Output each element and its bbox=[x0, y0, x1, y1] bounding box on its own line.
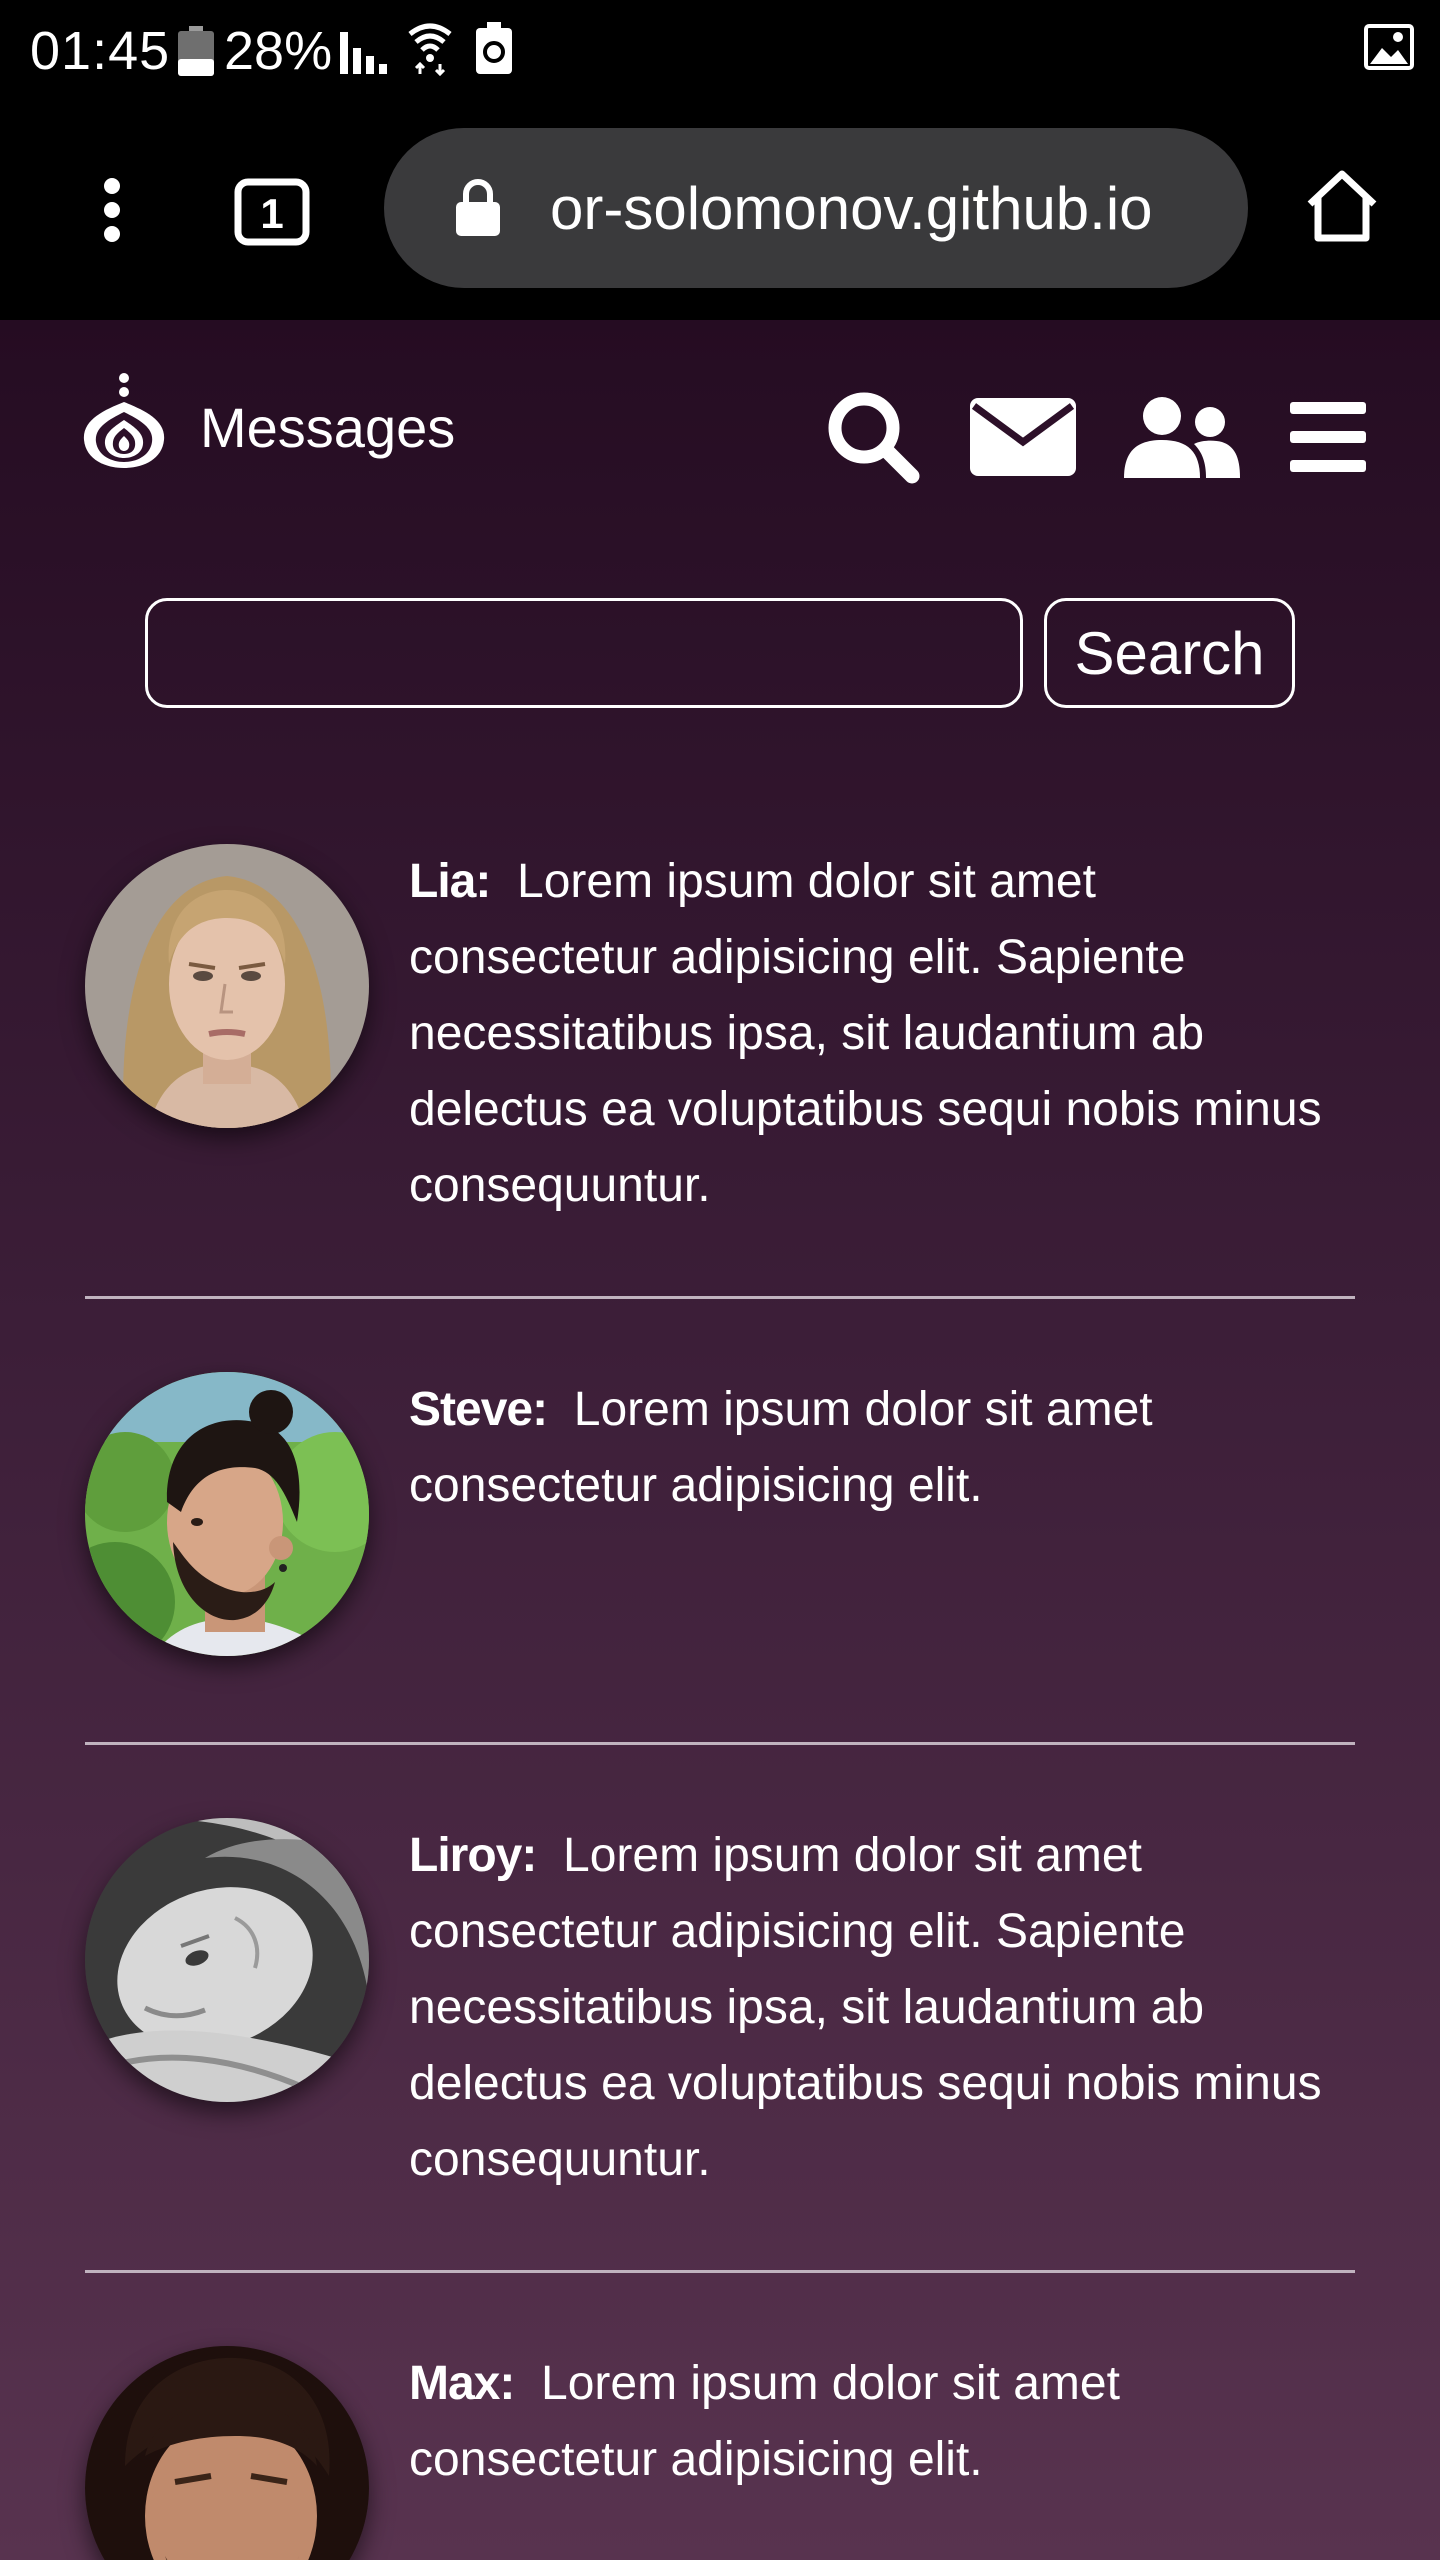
message-text: Max: Lorem ipsum dolor sit amet consecte… bbox=[409, 2346, 1355, 2498]
message-text: Lia: Lorem ipsum dolor sit amet consecte… bbox=[409, 844, 1355, 1224]
message-text: Steve: Lorem ipsum dolor sit amet consec… bbox=[409, 1372, 1355, 1524]
avatar[interactable] bbox=[85, 2346, 369, 2560]
hamburger-menu-icon[interactable] bbox=[1290, 402, 1366, 477]
divider bbox=[85, 1296, 1355, 1299]
logo-icon[interactable] bbox=[74, 370, 174, 475]
browser-toolbar: 1 or-solomonov.github.io bbox=[0, 102, 1440, 320]
image-icon bbox=[1364, 24, 1414, 75]
message-sender: Steve: bbox=[409, 1383, 548, 1436]
message-sender: Max: bbox=[409, 2357, 515, 2410]
mail-icon[interactable] bbox=[970, 398, 1076, 481]
lock-icon bbox=[456, 178, 500, 241]
search-input[interactable] bbox=[145, 598, 1023, 708]
message-sender: Liroy: bbox=[409, 1829, 537, 1882]
message-body: Lorem ipsum dolor sit amet consectetur a… bbox=[409, 2357, 1120, 2486]
page-content: Messages Search Lia: Lorem ipsum dolor s… bbox=[0, 320, 1440, 2560]
message-text: Liroy: Lorem ipsum dolor sit amet consec… bbox=[409, 1818, 1355, 2198]
avatar[interactable] bbox=[85, 844, 369, 1128]
menu-dots-icon[interactable] bbox=[96, 178, 128, 247]
search-button[interactable]: Search bbox=[1044, 598, 1295, 708]
tabs-icon[interactable]: 1 bbox=[234, 178, 310, 251]
status-bar: 01:45 28% bbox=[0, 0, 1440, 102]
people-icon[interactable] bbox=[1124, 396, 1240, 483]
message-body: Lorem ipsum dolor sit amet consectetur a… bbox=[409, 855, 1322, 1212]
tab-count: 1 bbox=[260, 190, 283, 237]
search-icon[interactable] bbox=[826, 390, 920, 489]
address-bar[interactable]: or-solomonov.github.io bbox=[384, 128, 1248, 288]
status-battery-percent: 28% bbox=[224, 21, 333, 81]
page-title: Messages bbox=[200, 396, 456, 459]
top-navigation: Messages bbox=[0, 320, 1440, 560]
avatar[interactable] bbox=[85, 1818, 369, 2102]
message-body: Lorem ipsum dolor sit amet consectetur a… bbox=[409, 1829, 1322, 2186]
battery-icon bbox=[178, 26, 214, 81]
url-text: or-solomonov.github.io bbox=[550, 175, 1153, 242]
message-sender: Lia: bbox=[409, 855, 491, 908]
battery-saver-icon bbox=[476, 22, 512, 79]
divider bbox=[85, 2270, 1355, 2273]
home-icon[interactable] bbox=[1304, 168, 1380, 249]
wifi-icon bbox=[406, 20, 454, 81]
avatar[interactable] bbox=[85, 1372, 369, 1656]
signal-icon bbox=[340, 24, 392, 79]
status-time: 01:45 bbox=[30, 21, 171, 81]
divider bbox=[85, 1742, 1355, 1745]
